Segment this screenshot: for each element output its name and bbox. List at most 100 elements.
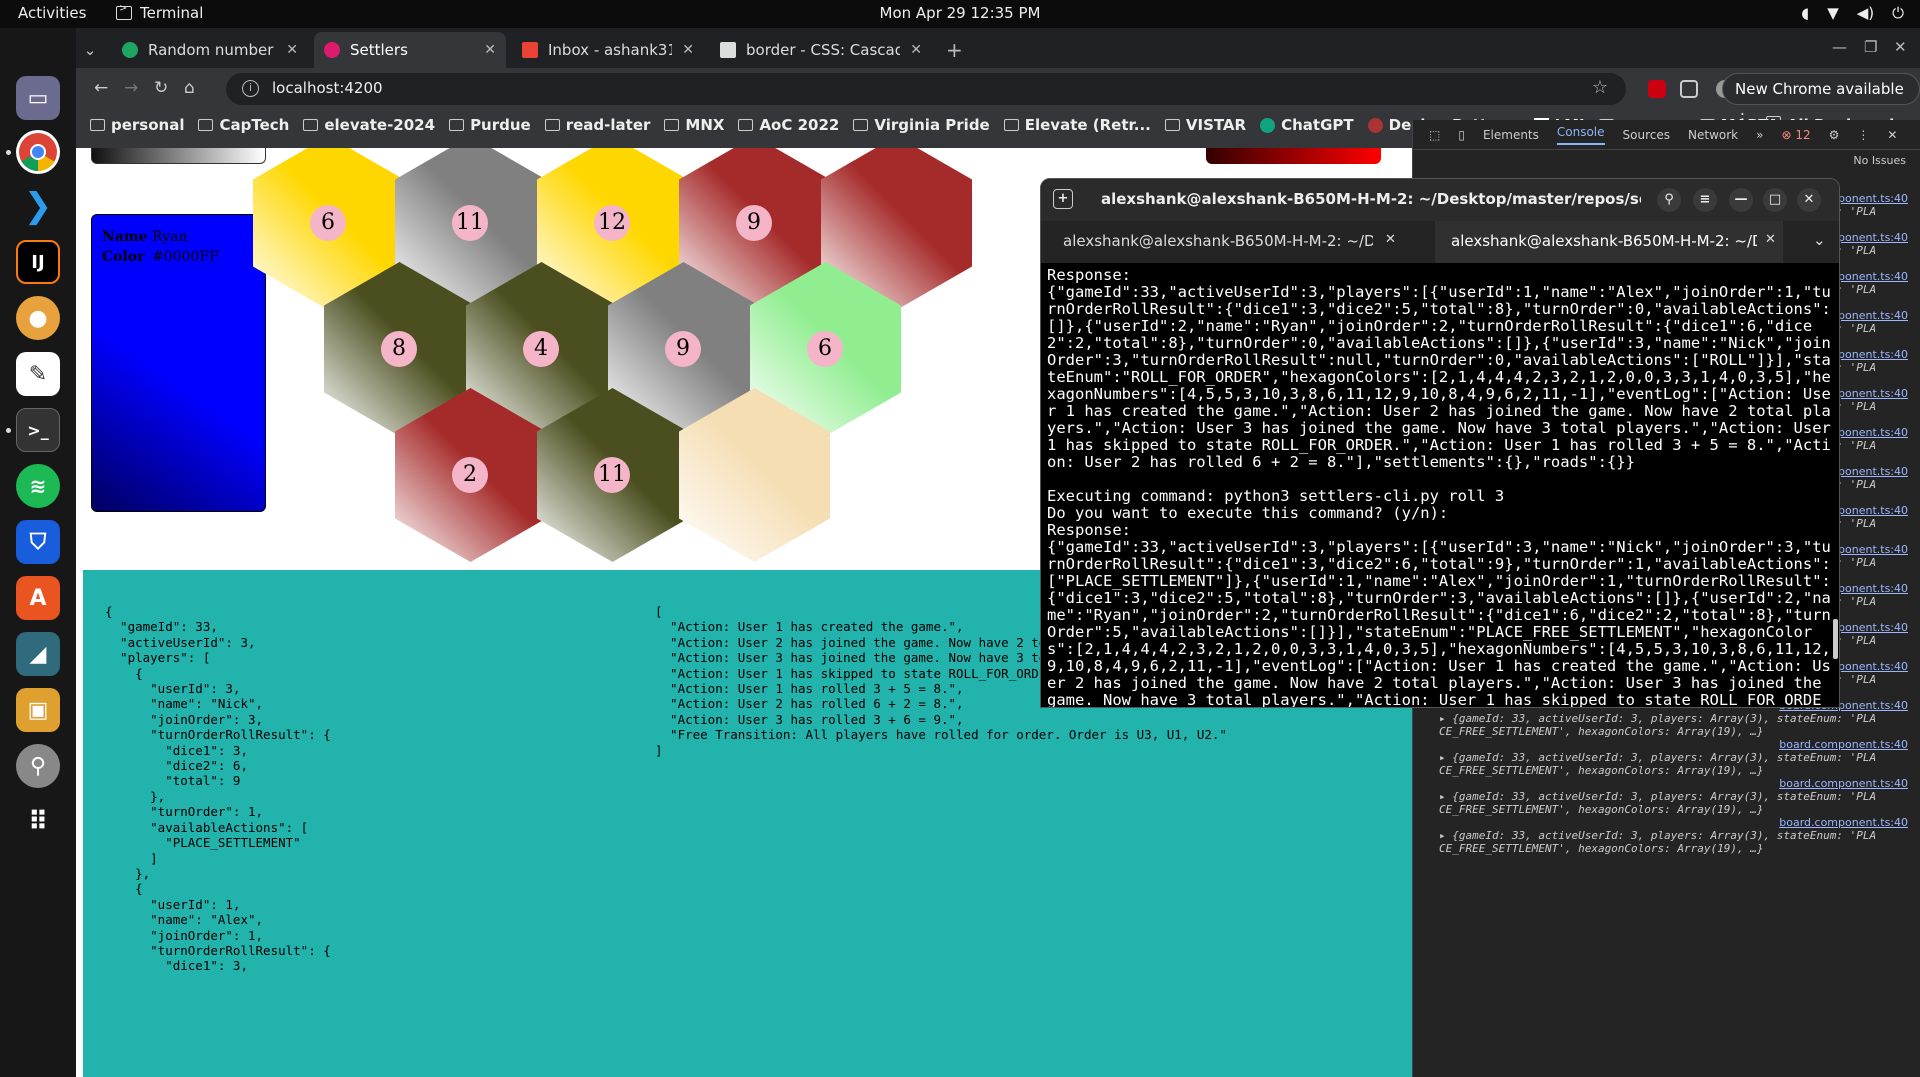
console-log-entry[interactable]: ▸ {gameId: 33, activeUserId: 3, players:…: [1439, 829, 1899, 855]
home-button[interactable]: ⌂: [184, 78, 195, 98]
close-icon[interactable]: ✕: [1385, 232, 1396, 247]
bookmark-folder[interactable]: read-later: [544, 116, 651, 134]
site-info-icon[interactable]: i: [242, 80, 259, 97]
console-source-link[interactable]: board.component.ts:40: [1779, 777, 1908, 790]
more-vert-icon[interactable]: ⋮: [1857, 128, 1869, 142]
close-button[interactable]: ✕: [1797, 188, 1821, 212]
close-icon[interactable]: ✕: [682, 42, 694, 58]
new-chrome-label: New Chrome available: [1735, 80, 1904, 98]
bookmark-folder[interactable]: CapTech: [198, 116, 289, 134]
chevron-down-icon[interactable]: ⌄: [1813, 231, 1826, 249]
spotify-icon[interactable]: ≋: [16, 464, 60, 508]
bookmark-folder[interactable]: elevate-2024: [303, 116, 435, 134]
search-icon[interactable]: ⚲: [1657, 188, 1681, 212]
bookmark-folder[interactable]: Virginia Pride: [853, 116, 990, 134]
address-bar[interactable]: i localhost:4200 ☆: [226, 73, 1626, 105]
software-center-icon[interactable]: A: [16, 576, 60, 620]
gimp-icon[interactable]: ✎: [16, 352, 60, 396]
bookmark-label: Purdue: [470, 116, 531, 134]
close-icon[interactable]: ✕: [1887, 128, 1897, 142]
maximize-button[interactable]: □: [1763, 188, 1787, 212]
close-window-button[interactable]: ✕: [1894, 38, 1907, 56]
console-source-link[interactable]: board.component.ts:40: [1779, 738, 1908, 751]
close-icon[interactable]: ✕: [484, 42, 496, 58]
plus-icon: +: [946, 38, 963, 62]
vscode-icon[interactable]: ❯: [16, 184, 60, 228]
console-log-entry[interactable]: ▸ {gameId: 33, activeUserId: 3, players:…: [1439, 790, 1899, 816]
forward-button[interactable]: →: [124, 78, 138, 98]
minimize-button[interactable]: —: [1729, 188, 1753, 212]
bookmark-label: read-later: [565, 116, 651, 134]
tab-mdn-border[interactable]: border - CSS: Cascading ✕: [710, 32, 932, 68]
terminal-tab-2[interactable]: alexshank@alexshank-B650M-H-M-2: ~/Deskt…: [1451, 232, 1757, 250]
terminal-app-icon[interactable]: >_: [16, 408, 60, 452]
inspect-icon[interactable]: ⬚: [1429, 128, 1440, 142]
terminal-scrollbar[interactable]: [1833, 619, 1838, 659]
active-app-menu[interactable]: Terminal: [116, 3, 203, 22]
bookmark-folder[interactable]: Elevate (Retr...: [1003, 116, 1151, 134]
console-source-link[interactable]: board.component.ts:40: [1779, 816, 1908, 829]
player-card-ryan: Name Ryan Color #0000FF: [91, 214, 266, 512]
device-toggle-icon[interactable]: ▯: [1458, 128, 1465, 142]
close-icon[interactable]: ✕: [1765, 232, 1776, 247]
extensions-icon[interactable]: [1680, 80, 1698, 98]
terminal-output[interactable]: Response: {"gameId":33,"activeUserId":3,…: [1047, 267, 1831, 707]
folder-icon: [738, 119, 754, 131]
bookmark-folder[interactable]: AoC 2022: [738, 116, 839, 134]
number-token: 2: [452, 457, 488, 493]
number-token: 6: [807, 331, 843, 367]
issues-indicator[interactable]: No Issues: [1853, 154, 1906, 167]
files-icon[interactable]: ▭: [16, 76, 60, 120]
player-name-row: Name Ryan: [102, 229, 255, 245]
remmina-icon[interactable]: ◢: [16, 632, 60, 676]
minimize-button[interactable]: —: [1832, 38, 1847, 56]
bookmark-label: elevate-2024: [324, 116, 436, 134]
folder-icon: [544, 119, 560, 131]
chrome-icon[interactable]: [16, 130, 60, 174]
intellij-icon[interactable]: IJ: [16, 240, 60, 284]
close-icon[interactable]: ✕: [286, 42, 298, 58]
ublock-icon[interactable]: [1648, 80, 1666, 98]
bookmark-star-icon[interactable]: ☆: [1592, 77, 1608, 98]
console-log-entry[interactable]: ▸ {gameId: 33, activeUserId: 3, players:…: [1439, 712, 1899, 738]
back-button[interactable]: ←: [94, 78, 108, 98]
system-tray[interactable]: ◖ ▼ ◀) ⏻: [1801, 4, 1904, 22]
dbeaver-icon[interactable]: ●: [16, 296, 60, 340]
terminal-tab-1[interactable]: alexshank@alexshank-B650M-H-M-2: ~/Deskt…: [1063, 232, 1373, 250]
bookmark-link[interactable]: ChatGPT: [1260, 116, 1354, 134]
tab-inbox[interactable]: Inbox - ashank31@gma ✕: [512, 32, 704, 68]
close-icon[interactable]: ✕: [910, 42, 922, 58]
system-top-bar: Activities Terminal Mon Apr 29 12:35 PM …: [0, 0, 1920, 28]
bitwarden-icon[interactable]: ⛉: [16, 520, 60, 564]
clock[interactable]: Mon Apr 29 12:35 PM: [0, 4, 1920, 22]
tab-sources[interactable]: Sources: [1623, 128, 1670, 142]
tab-elements[interactable]: Elements: [1483, 128, 1539, 142]
tab-strip: ⌄ Random number genera ✕ Settlers ✕ Inbo…: [76, 28, 1920, 68]
app-grid-icon[interactable]: ⠿: [16, 800, 60, 844]
bookmark-folder[interactable]: personal: [90, 116, 184, 134]
more-tabs-icon[interactable]: »: [1756, 128, 1763, 142]
reload-button[interactable]: ↻: [154, 78, 168, 98]
new-chrome-available-button[interactable]: New Chrome available ⋮: [1722, 73, 1920, 128]
folder-icon: [198, 119, 214, 131]
bookmark-folder[interactable]: MNX: [664, 116, 724, 134]
tab-console[interactable]: Console: [1556, 125, 1605, 145]
folder-icon: [449, 119, 465, 131]
console-log-entry[interactable]: ▸ {gameId: 33, activeUserId: 3, players:…: [1439, 751, 1899, 777]
tab-search-button[interactable]: ⌄: [76, 32, 104, 68]
error-badge[interactable]: ⊗ 12: [1781, 128, 1810, 142]
settings-gear-icon[interactable]: ⚙: [1829, 128, 1840, 142]
maximize-button[interactable]: ❐: [1864, 38, 1877, 56]
bookmark-folder[interactable]: Purdue: [449, 116, 531, 134]
tab-settlers[interactable]: Settlers ✕: [314, 32, 506, 68]
image-viewer-icon[interactable]: ▣: [16, 688, 60, 732]
new-tab-icon[interactable]: +: [1053, 189, 1073, 209]
bookmark-label: VISTAR: [1185, 116, 1247, 134]
magnifier-icon[interactable]: ⚲: [16, 744, 60, 788]
tab-network[interactable]: Network: [1688, 128, 1738, 142]
new-tab-button[interactable]: +: [936, 32, 966, 68]
activities-button[interactable]: Activities: [18, 4, 86, 22]
tab-random-number[interactable]: Random number genera ✕: [112, 32, 308, 68]
bookmark-folder[interactable]: VISTAR: [1164, 116, 1247, 134]
hamburger-menu-icon[interactable]: ≡: [1693, 188, 1717, 212]
